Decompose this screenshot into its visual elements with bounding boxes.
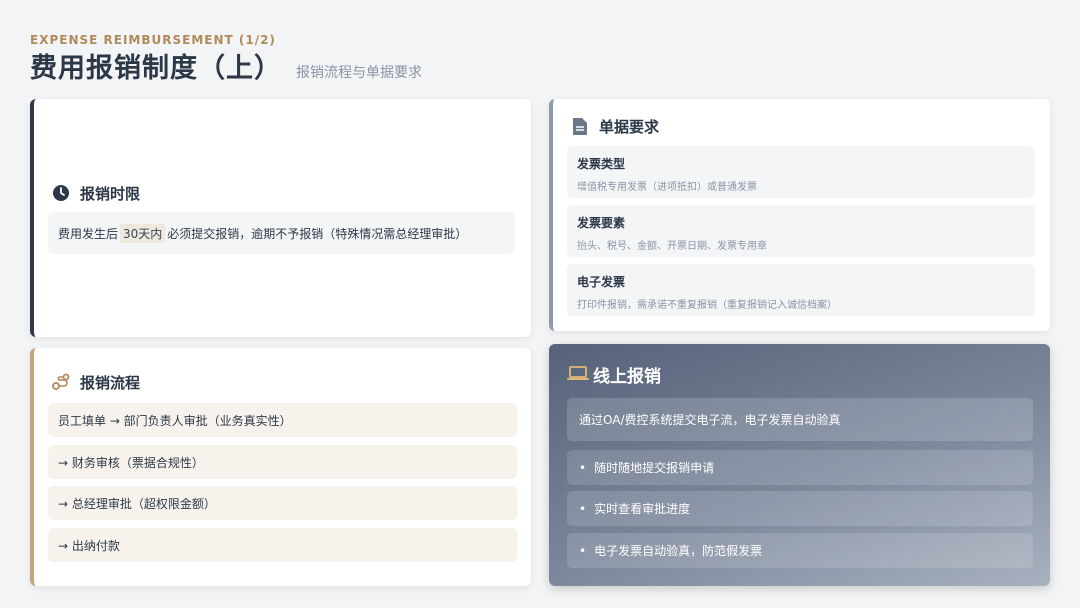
online-main-text: 通过OA/费控系统提交电子流，电子发票自动验真 <box>567 398 1033 441</box>
process-card: 报销流程 员工填单 → 部门负责人审批（业务真实性） → 财务审核（票据合规性）… <box>30 348 531 586</box>
clock-icon <box>50 182 72 204</box>
document-item-title: 电子发票 <box>577 275 626 289</box>
document-item: 电子发票 打印件报销，需承诺不重复报销（重复报销记入诚信档案） <box>567 264 1035 316</box>
document-item-title: 发票类型 <box>577 157 626 171</box>
documents-title: 单据要求 <box>599 117 660 136</box>
process-title: 报销流程 <box>80 373 141 392</box>
online-list-item: • 电子发票自动验真，防范假发票 <box>567 533 1033 568</box>
bullet-icon: • <box>579 501 587 516</box>
online-card: 线上报销 通过OA/费控系统提交电子流，电子发票自动验真 • 随时随地提交报销申… <box>549 344 1050 586</box>
online-item-text: 随时随地提交报销申请 <box>594 461 715 475</box>
documents-header: 单据要求 <box>569 115 659 137</box>
process-step: 员工填单 → 部门负责人审批（业务真实性） <box>48 403 517 437</box>
document-icon <box>569 115 591 137</box>
document-item: 发票要素 抬头、税号、金额、开票日期、发票专用章 <box>567 205 1035 257</box>
process-step: → 总经理审批（超权限金额） <box>48 486 517 520</box>
deadline-header: 报销时限 <box>50 182 140 204</box>
title-row: 费用报销制度（上） 报销流程与单据要求 <box>30 46 422 85</box>
deadline-highlight: 30天内 <box>120 223 166 243</box>
document-item-desc: 抬头、税号、金额、开票日期、发票专用章 <box>577 241 767 252</box>
online-header: 线上报销 <box>567 362 661 387</box>
online-list-item: • 实时查看审批进度 <box>567 491 1033 526</box>
process-step: → 财务审核（票据合规性） <box>48 445 517 479</box>
bullet-icon: • <box>579 460 587 475</box>
process-header: 报销流程 <box>50 371 140 393</box>
online-list-item: • 随时随地提交报销申请 <box>567 450 1033 485</box>
deadline-text-before: 费用发生后 <box>58 226 119 241</box>
online-item-text: 电子发票自动验真，防范假发票 <box>594 544 763 558</box>
deadline-title: 报销时限 <box>80 184 141 203</box>
document-item-desc: 增值税专用发票（进项抵扣）或普通发票 <box>577 182 757 193</box>
document-item-desc: 打印件报销，需承诺不重复报销（重复报销记入诚信档案） <box>577 300 837 311</box>
documents-card: 单据要求 发票类型 增值税专用发票（进项抵扣）或普通发票 发票要素 抬头、税号、… <box>549 99 1050 331</box>
route-icon <box>50 371 72 393</box>
deadline-text-after: 必须提交报销，逾期不予报销（特殊情况需总经理审批） <box>167 226 468 241</box>
online-item-text: 实时查看审批进度 <box>594 502 691 516</box>
deadline-row: 费用发生后 30天内 必须提交报销，逾期不予报销（特殊情况需总经理审批） <box>48 212 515 254</box>
online-title: 线上报销 <box>593 367 661 387</box>
document-item-title: 发票要素 <box>577 216 626 230</box>
page-subtitle: 报销流程与单据要求 <box>296 65 422 81</box>
bullet-icon: • <box>579 543 587 558</box>
deadline-card: 报销时限 费用发生后 30天内 必须提交报销，逾期不予报销（特殊情况需总经理审批… <box>30 99 531 337</box>
process-step: → 出纳付款 <box>48 528 517 562</box>
page-title: 费用报销制度（上） <box>30 53 282 84</box>
eyebrow: EXPENSE REIMBURSEMENT (1/2) <box>30 33 276 47</box>
laptop-icon <box>567 364 589 386</box>
document-item: 发票类型 增值税专用发票（进项抵扣）或普通发票 <box>567 146 1035 198</box>
